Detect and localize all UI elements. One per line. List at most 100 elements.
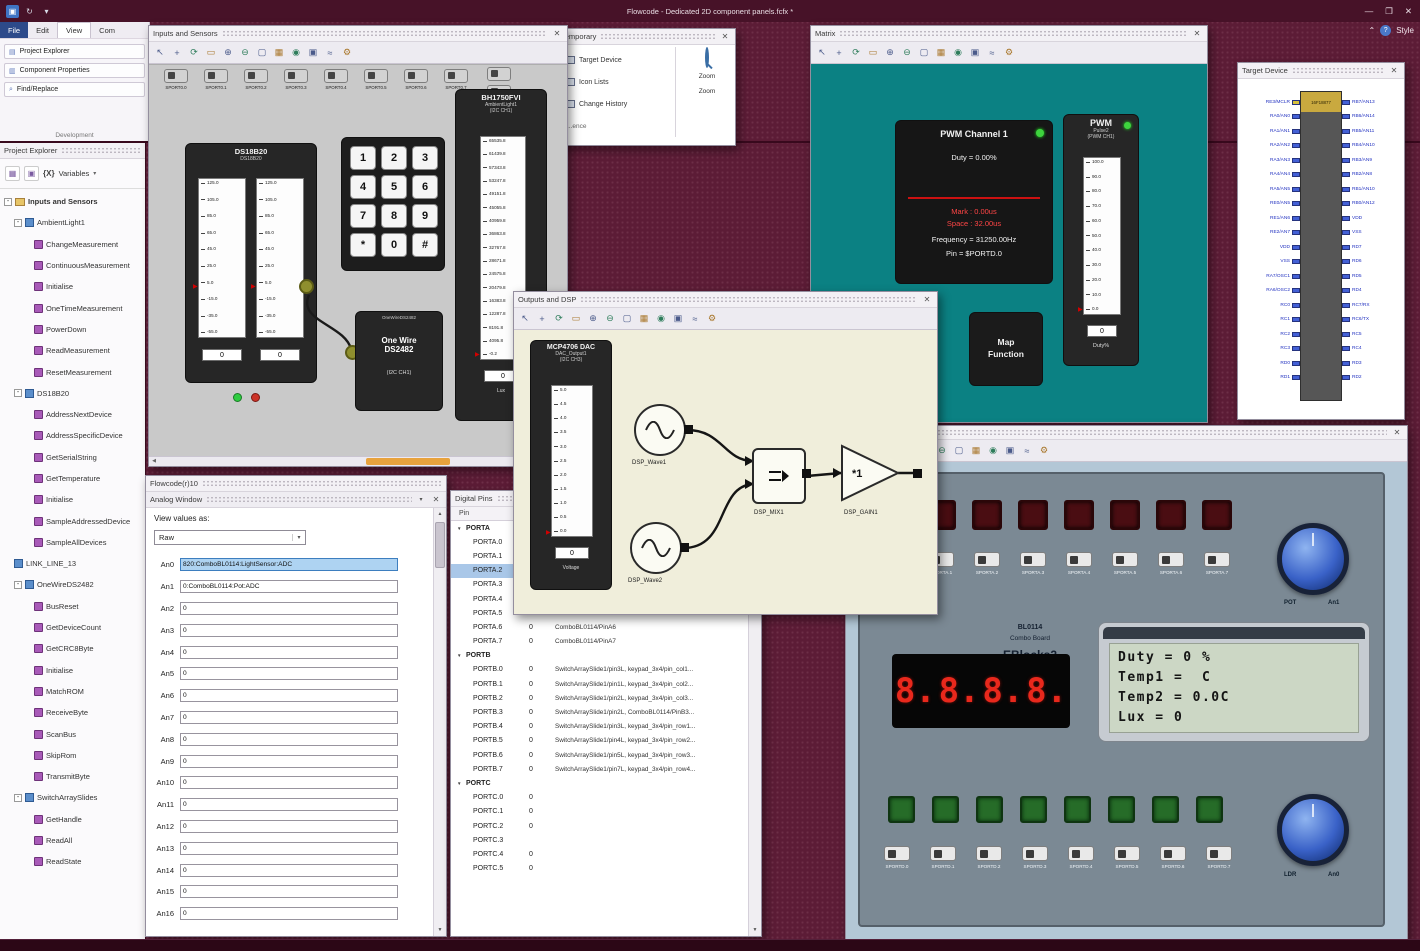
ldr-knob[interactable] bbox=[1277, 794, 1349, 866]
chip-pin[interactable]: RE3/MCLR bbox=[1240, 95, 1300, 110]
scroll-down-icon[interactable]: ▼ bbox=[749, 924, 761, 936]
settings-icon[interactable]: ⚙ bbox=[1001, 45, 1017, 61]
chip-pin[interactable]: RB4/AN10 bbox=[1342, 139, 1404, 154]
checkbox-icon[interactable] bbox=[567, 100, 575, 108]
digital-pin-row[interactable]: PORTA.6 0 ComboBL0114/PinA6 bbox=[451, 620, 748, 634]
analog-value-field[interactable]: 0:ComboBL0114:Pot:ADC bbox=[180, 580, 398, 594]
analog-value-field[interactable]: 0 bbox=[180, 776, 398, 790]
zoom-icon[interactable] bbox=[705, 47, 709, 68]
tree-item[interactable]: - Inputs and Sensors bbox=[0, 191, 145, 212]
chip-pin[interactable]: RD1 bbox=[1240, 371, 1300, 386]
scroll-thumb[interactable] bbox=[366, 458, 450, 465]
close-icon[interactable]: ✕ bbox=[1405, 6, 1412, 17]
tree-item[interactable]: ReceiveByte bbox=[0, 702, 145, 723]
quick-access-caret-icon[interactable]: ▾ bbox=[40, 5, 53, 18]
digital-pin-row[interactable]: PORTC.2 0 bbox=[451, 819, 748, 833]
chip-pin[interactable]: RC7/RX bbox=[1342, 298, 1404, 313]
green-led[interactable] bbox=[1108, 796, 1135, 823]
chip-pin[interactable]: RB1/AN10 bbox=[1342, 182, 1404, 197]
macros-icon[interactable]: ▦ bbox=[5, 166, 20, 181]
close-icon[interactable]: ✕ bbox=[551, 29, 563, 38]
tree-item[interactable]: - OneWireDS2482 bbox=[0, 574, 145, 595]
grid-icon[interactable]: ▦ bbox=[968, 443, 984, 459]
chip-pin[interactable]: RA3/AN3 bbox=[1240, 153, 1300, 168]
pot-knob[interactable] bbox=[1277, 523, 1349, 595]
camera-icon[interactable]: ◉ bbox=[653, 311, 669, 327]
digital-pin-row[interactable]: PORTB.2 0 SwitchArraySlide1/pin2L, keypad_… bbox=[451, 691, 748, 705]
green-led[interactable] bbox=[976, 796, 1003, 823]
style-button[interactable]: Style bbox=[1396, 26, 1414, 35]
ribbon-tab-view[interactable]: View bbox=[57, 22, 92, 38]
switch-toggle[interactable] bbox=[1020, 552, 1046, 567]
zoom-out-icon[interactable]: ⊖ bbox=[899, 45, 915, 61]
select-icon[interactable]: ▭ bbox=[568, 311, 584, 327]
zoom-label[interactable]: Zoom bbox=[683, 73, 731, 80]
view-option[interactable]: Change History bbox=[567, 93, 627, 115]
tree-item[interactable]: TransmitByte bbox=[0, 766, 145, 787]
green-led[interactable] bbox=[1152, 796, 1179, 823]
chip-pin[interactable]: RA7/OSC1 bbox=[1240, 269, 1300, 284]
view-mode-dropdown[interactable]: Raw ▾ bbox=[154, 530, 306, 545]
digital-pin-row[interactable]: PORTC.3 bbox=[451, 833, 748, 847]
switch-toggle[interactable] bbox=[1158, 552, 1184, 567]
analog-value-field[interactable]: 0 bbox=[180, 841, 398, 855]
chip-pin[interactable]: VSS bbox=[1240, 255, 1300, 270]
tree-item[interactable]: GetTemperature bbox=[0, 468, 145, 489]
switch-toggle[interactable] bbox=[974, 552, 1000, 567]
scroll-up-icon[interactable]: ▲ bbox=[434, 508, 446, 520]
analog-value-field[interactable]: 0 bbox=[180, 885, 398, 899]
ribbon-button[interactable]: ⌕ Find/Replace bbox=[4, 82, 145, 97]
help-icon[interactable]: ? bbox=[1380, 25, 1392, 36]
chip-pin[interactable]: RA4/AN4 bbox=[1240, 168, 1300, 183]
maximize-icon[interactable]: ❐ bbox=[1385, 6, 1393, 17]
tree-item[interactable]: ReadMeasurement bbox=[0, 340, 145, 361]
tree-item[interactable]: SampleAllDevices bbox=[0, 532, 145, 553]
zoom-fit-icon[interactable]: ▢ bbox=[254, 45, 270, 61]
tree-item[interactable]: GetSerialString bbox=[0, 447, 145, 468]
close-icon[interactable]: ✕ bbox=[1388, 66, 1400, 75]
chip-pin[interactable]: VDD bbox=[1240, 240, 1300, 255]
ribbon-button[interactable]: ▤ Project Explorer bbox=[4, 44, 145, 59]
tree-item[interactable]: Initialise bbox=[0, 276, 145, 297]
switch-toggle[interactable] bbox=[930, 846, 956, 861]
analog-titlebar[interactable]: Analog Window ▾ ✕ bbox=[146, 492, 446, 508]
scroll-down-icon[interactable]: ▼ bbox=[434, 924, 446, 936]
analog-value-field[interactable]: 0 bbox=[180, 601, 398, 615]
chip-pin[interactable]: RC6/TX bbox=[1342, 313, 1404, 328]
analog-value-field[interactable]: 0 bbox=[180, 689, 398, 703]
scroll-left-icon[interactable]: ◀ bbox=[149, 457, 159, 466]
zoom-in-icon[interactable]: ⊕ bbox=[585, 311, 601, 327]
switch-toggle[interactable] bbox=[1112, 552, 1138, 567]
rotate-icon[interactable]: ⟳ bbox=[848, 45, 864, 61]
tree-item[interactable]: Initialise bbox=[0, 489, 145, 510]
green-led[interactable] bbox=[1196, 796, 1223, 823]
chip-pin[interactable]: RC0 bbox=[1240, 298, 1300, 313]
digital-pin-row[interactable]: PORTB.5 0 SwitchArraySlide1/pin4L, keypad_… bbox=[451, 734, 748, 748]
duty-value[interactable]: 0 bbox=[1087, 325, 1117, 337]
pan-icon[interactable]: + bbox=[169, 45, 185, 61]
chip-pin[interactable]: RA1/AN1 bbox=[1240, 124, 1300, 139]
scroll-thumb[interactable] bbox=[435, 522, 445, 568]
chevron-down-icon[interactable]: ▾ bbox=[93, 170, 96, 177]
components-icon[interactable]: ▣ bbox=[24, 166, 39, 181]
zoom-label[interactable]: Zoom bbox=[683, 88, 731, 95]
chip-pin[interactable]: RD2 bbox=[1342, 371, 1404, 386]
refresh-icon[interactable]: ↻ bbox=[23, 5, 36, 18]
view-option[interactable]: Target Device bbox=[567, 49, 627, 71]
digital-group-row[interactable]: ▼ PORTB bbox=[451, 649, 748, 663]
grid-icon[interactable]: ▦ bbox=[636, 311, 652, 327]
dropdown-caret-icon[interactable]: ▾ bbox=[292, 534, 305, 541]
component-icon[interactable]: ▣ bbox=[1002, 443, 1018, 459]
tree-item[interactable]: Initialise bbox=[0, 660, 145, 681]
settings-icon[interactable]: ⚙ bbox=[1036, 443, 1052, 459]
dsp-gain-component[interactable]: *1 bbox=[840, 442, 904, 504]
ribbon-button[interactable]: ▥ Component Properties bbox=[4, 63, 145, 78]
green-led[interactable] bbox=[1064, 796, 1091, 823]
chip-pin[interactable]: RB0/AN12 bbox=[1342, 197, 1404, 212]
wave-icon[interactable]: ≈ bbox=[322, 45, 338, 61]
pan-icon[interactable]: + bbox=[534, 311, 550, 327]
digital-pin-row[interactable]: PORTB.7 0 SwitchArraySlide1/pin7L, keypad_… bbox=[451, 762, 748, 776]
select-icon[interactable]: ▭ bbox=[203, 45, 219, 61]
zoom-fit-icon[interactable]: ▢ bbox=[619, 311, 635, 327]
chip-pin[interactable]: RE1/AN6 bbox=[1240, 211, 1300, 226]
